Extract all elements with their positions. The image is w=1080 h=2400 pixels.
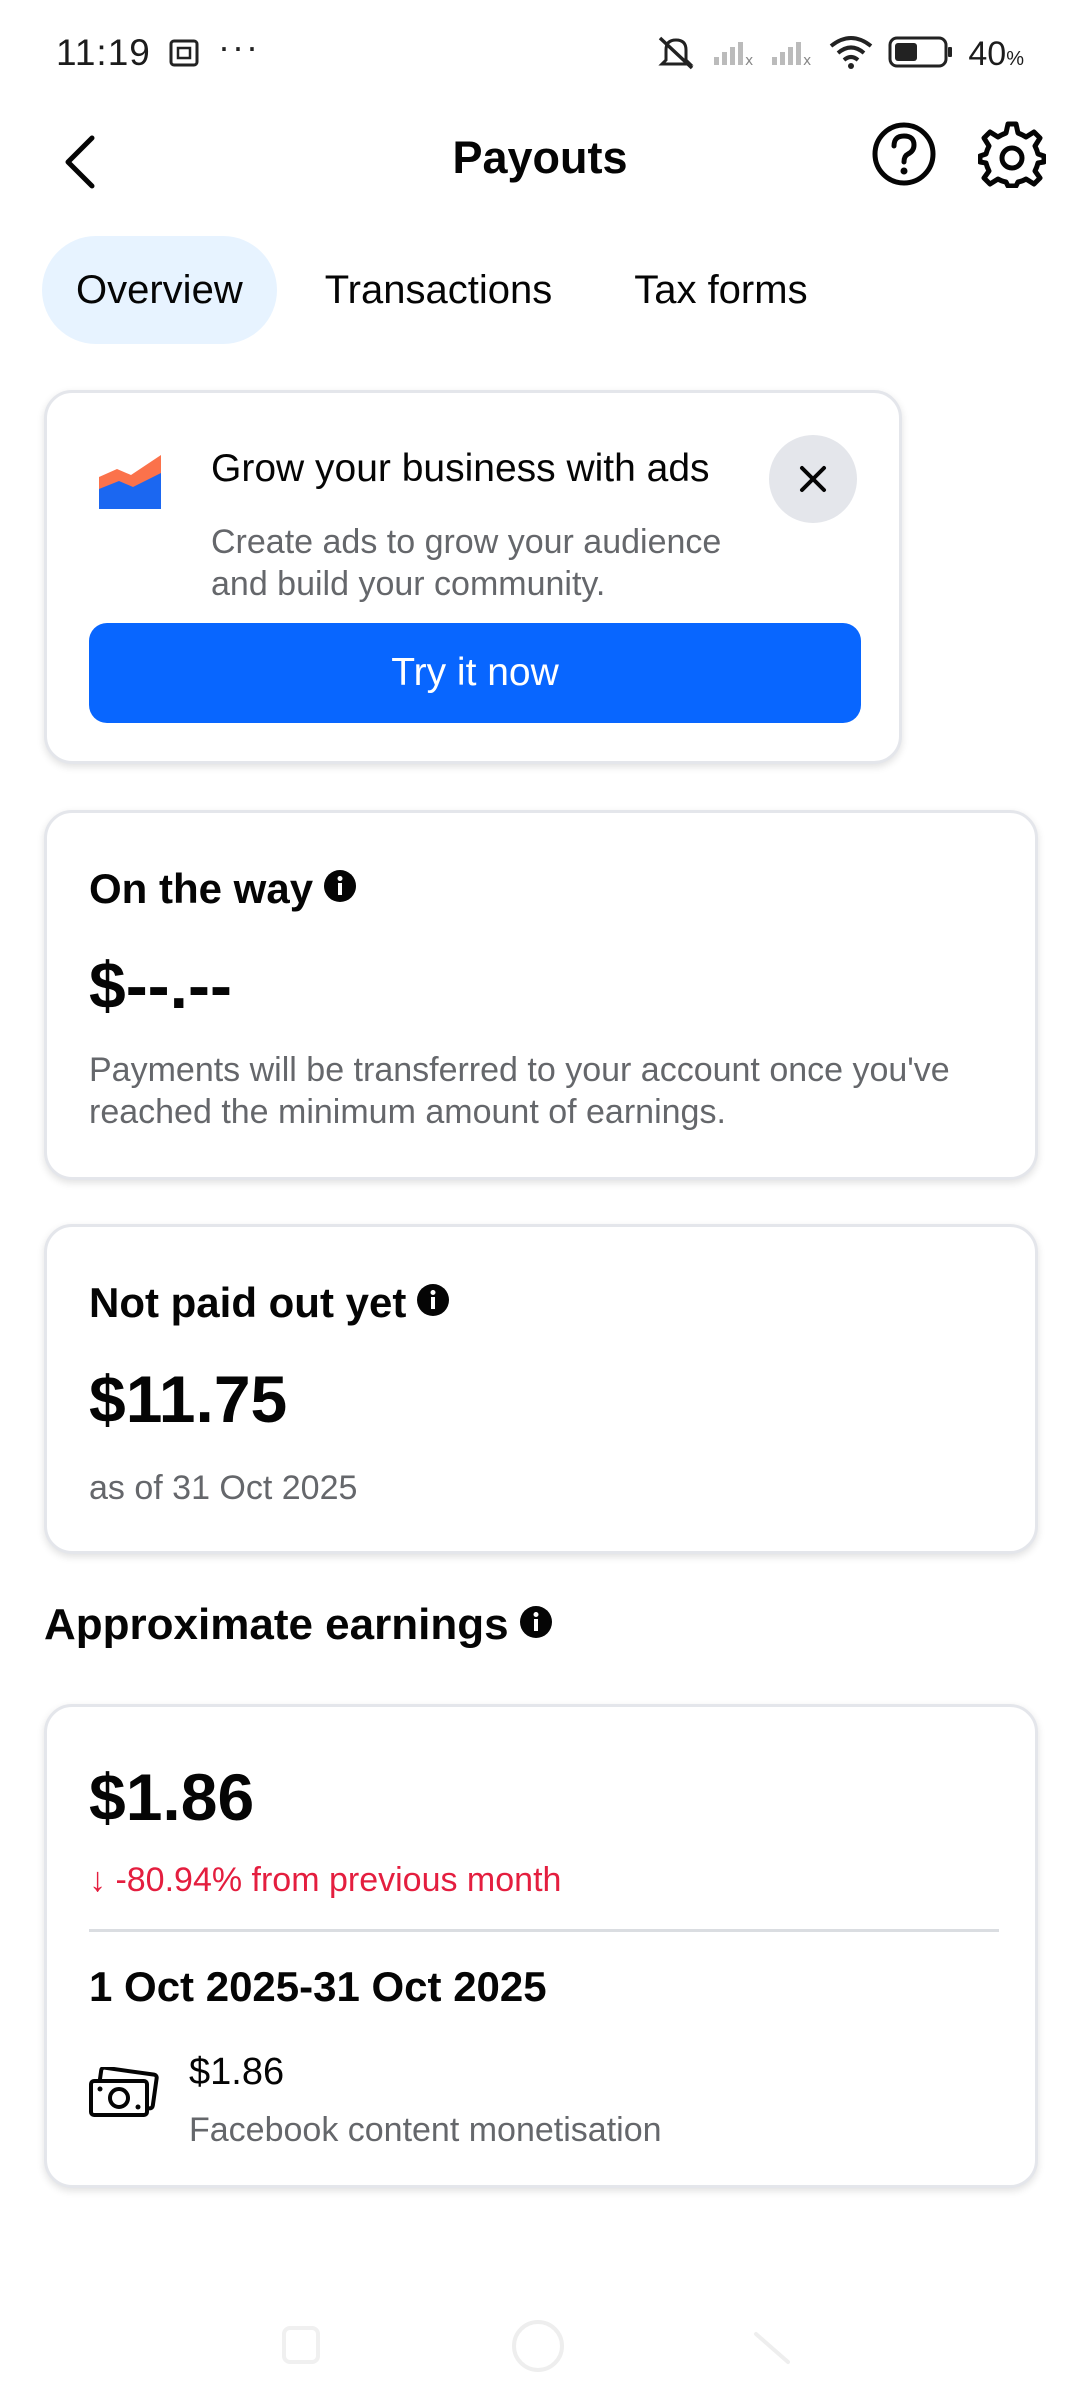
ads-promo-title: Grow your business with ads bbox=[211, 447, 710, 490]
on-the-way-amount: $--.-- bbox=[89, 948, 232, 1022]
ads-promo-card: Grow your business with ads Create ads t… bbox=[44, 390, 902, 764]
on-the-way-card: On the way $--.-- Payments will be trans… bbox=[44, 810, 1038, 1180]
svg-text:x: x bbox=[803, 53, 811, 67]
status-icons: x x 40% bbox=[654, 32, 1024, 77]
not-paid-amount: $11.75 bbox=[89, 1362, 288, 1436]
info-icon[interactable] bbox=[519, 1600, 553, 1650]
tab-overview[interactable]: Overview bbox=[42, 236, 277, 344]
try-it-now-button[interactable]: Try it now bbox=[89, 623, 861, 723]
battery-percent: 40% bbox=[968, 35, 1024, 73]
status-time: 11:19 bbox=[56, 32, 151, 73]
recents-button[interactable] bbox=[282, 2326, 320, 2364]
screenshot-icon bbox=[168, 36, 202, 75]
wifi-icon bbox=[828, 34, 874, 75]
tab-transactions[interactable]: Transactions bbox=[291, 236, 587, 344]
mute-icon bbox=[654, 32, 698, 77]
not-paid-as-of: as of 31 Oct 2025 bbox=[89, 1469, 358, 1507]
status-bar: 11:19 ··· x x 40% bbox=[0, 0, 1080, 110]
on-the-way-description: Payments will be transferred to your acc… bbox=[89, 1051, 950, 1131]
on-the-way-label: On the way bbox=[89, 865, 314, 912]
money-icon bbox=[87, 2065, 159, 2124]
svg-text:x: x bbox=[745, 53, 753, 67]
system-back-button[interactable] bbox=[752, 2326, 792, 2366]
divider bbox=[89, 1929, 999, 1932]
not-paid-out-card: Not paid out yet $11.75 as of 31 Oct 202… bbox=[44, 1224, 1038, 1554]
info-icon[interactable] bbox=[416, 1279, 450, 1327]
more-notifications-icon: ··· bbox=[218, 26, 260, 67]
signal-icon-2: x bbox=[770, 37, 814, 72]
earnings-amount: $1.86 bbox=[89, 1760, 255, 1834]
battery-icon bbox=[888, 35, 954, 74]
tab-tax-forms[interactable]: Tax forms bbox=[600, 236, 841, 344]
home-button[interactable] bbox=[512, 2320, 564, 2372]
close-icon bbox=[800, 466, 826, 492]
help-icon bbox=[872, 122, 936, 186]
on-the-way-title: On the way bbox=[89, 865, 357, 913]
approximate-earnings-card: $1.86 ↓ -80.94% from previous month 1 Oc… bbox=[44, 1704, 1038, 2188]
system-nav-bar bbox=[0, 2290, 1080, 2400]
signal-icon: x bbox=[712, 37, 756, 72]
info-icon[interactable] bbox=[323, 865, 357, 913]
not-paid-title: Not paid out yet bbox=[89, 1279, 450, 1327]
ads-promo-description: Create ads to grow your audience and bui… bbox=[211, 523, 722, 603]
approximate-earnings-title: Approximate earnings bbox=[44, 1600, 553, 1650]
source-amount: $1.86 bbox=[189, 2051, 285, 2093]
not-paid-label: Not paid out yet bbox=[89, 1279, 407, 1326]
earnings-period: 1 Oct 2025-31 Oct 2025 bbox=[89, 1963, 547, 2010]
close-button[interactable] bbox=[769, 435, 857, 523]
back-triangle-icon bbox=[754, 2332, 790, 2364]
approximate-earnings-label: Approximate earnings bbox=[44, 1600, 509, 1649]
settings-icon bbox=[977, 121, 1047, 189]
help-button[interactable] bbox=[870, 120, 938, 188]
earnings-change: ↓ -80.94% from previous month bbox=[89, 1861, 562, 1899]
source-label: Facebook content monetisation bbox=[189, 2111, 662, 2149]
settings-button[interactable] bbox=[977, 120, 1047, 189]
ads-chart-icon bbox=[97, 451, 163, 518]
payout-tabs: Overview Transactions Tax forms bbox=[42, 236, 856, 344]
